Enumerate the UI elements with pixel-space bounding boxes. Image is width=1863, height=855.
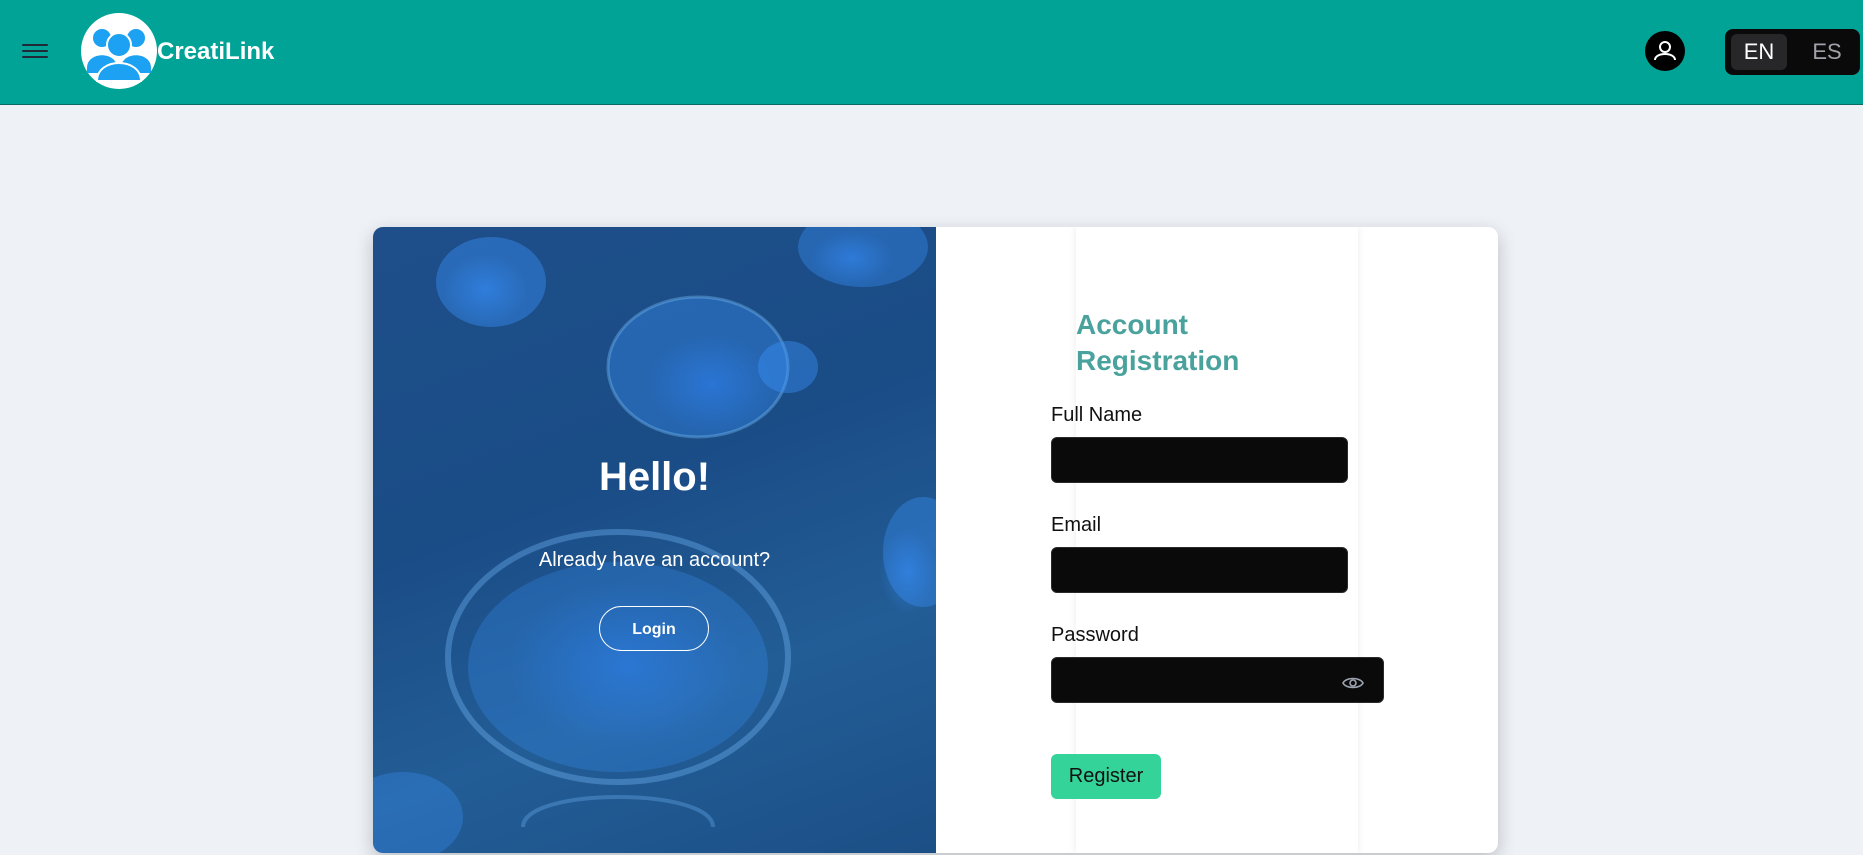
top-navbar: CreatiLink EN ES [0,0,1863,105]
password-input[interactable] [1051,657,1384,703]
lang-en-button[interactable]: EN [1731,34,1787,70]
fullname-input[interactable] [1051,437,1348,483]
email-label: Email [1051,514,1102,536]
password-visibility-toggle[interactable] [1341,671,1365,695]
email-input[interactable] [1051,547,1348,593]
jellyfish-hero-panel: Hello! Already have an account? Login [373,227,936,853]
form-title: Account Registration [1076,309,1240,376]
eye-icon [1342,677,1364,689]
auth-card: Hello! Already have an account? Login Ac… [373,227,1498,853]
fullname-label: Full Name [1051,404,1143,426]
language-toggle: EN ES [1725,29,1860,75]
users-group-icon [87,29,151,82]
user-account-button[interactable] [1645,31,1685,71]
jellyfish-background-image [373,227,936,853]
password-label: Password [1051,624,1139,646]
brand-name[interactable]: CreatiLink [157,38,274,66]
hero-subtitle: Already have an account? [538,549,771,571]
user-account-icon [1654,41,1676,61]
login-button[interactable]: Login [599,606,709,651]
register-button[interactable]: Register [1051,754,1161,799]
hamburger-menu-icon[interactable] [22,40,48,62]
hero-title: Hello! [598,455,711,499]
lang-es-button[interactable]: ES [1799,34,1855,70]
brand-logo[interactable] [81,13,157,89]
